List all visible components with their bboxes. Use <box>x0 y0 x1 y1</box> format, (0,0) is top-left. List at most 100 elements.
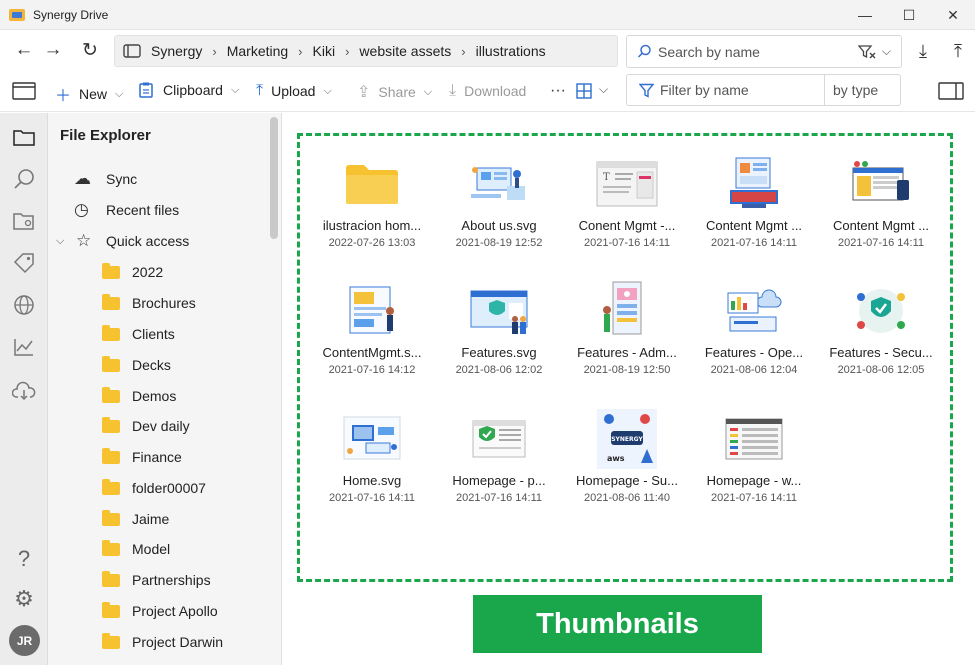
toolbar: ＋ New ⌵ Clipboard ⌵ ⤒ Upload ⌵ ⇪ Share ⌵ ⤓ Downl… <box>0 70 975 112</box>
globe-icon[interactable] <box>8 289 40 321</box>
search-input[interactable]: Search by name ⌵ <box>626 35 902 68</box>
breadcrumb-item[interactable]: illustrations <box>476 43 546 59</box>
analytics-icon[interactable] <box>8 331 40 363</box>
sidebar-folder-item[interactable]: 2022 <box>102 258 163 286</box>
sidebar-item-label: Sync <box>106 171 138 187</box>
sidebar-folder-item[interactable]: Brochures <box>102 289 196 317</box>
file-date: 2021-07-16 14:11 <box>455 492 543 504</box>
sidebar-item-label: Brochures <box>132 295 196 311</box>
upload-label: Upload <box>271 83 316 99</box>
chevron-down-icon[interactable]: ⌵ <box>882 44 891 59</box>
file-tile[interactable]: Content Mgmt ... 2021-07-16 14:11 <box>692 142 816 262</box>
search-placeholder: Search by name <box>658 43 760 60</box>
settings-gear-icon[interactable]: ⚙ <box>8 583 40 615</box>
illustration-thumbnail-icon <box>849 156 913 212</box>
file-tile[interactable]: ilustracion hom... 2022-07-26 13:03 <box>310 142 434 262</box>
svg-text:T: T <box>603 172 610 183</box>
upload-icon[interactable]: ⤒ <box>943 36 973 66</box>
file-date: 2021-07-16 14:11 <box>710 492 798 504</box>
file-tile[interactable]: ContentMgmt.s... 2021-07-16 14:12 <box>310 269 434 389</box>
sidebar-folder-item[interactable]: Jaime <box>102 505 169 533</box>
more-options-icon[interactable]: ··· <box>550 82 566 100</box>
sidebar-folder-item[interactable]: Project Darwin <box>102 628 223 656</box>
folder-icon <box>102 355 120 372</box>
breadcrumb-item[interactable]: Marketing <box>227 43 288 59</box>
file-tile[interactable]: Features - Adm... 2021-08-19 12:50 <box>565 269 689 389</box>
file-tile[interactable]: Features - Secu... 2021-08-06 12:05 <box>819 269 943 389</box>
clipboard-icon <box>139 82 153 98</box>
sidebar-item-recent-files[interactable]: ◷ Recent files <box>74 196 179 224</box>
folder-icon <box>102 293 120 310</box>
sidebar-folder-item[interactable]: Partnerships <box>102 566 211 594</box>
help-icon[interactable]: ? <box>8 543 40 575</box>
clipboard-button[interactable]: Clipboard ⌵ <box>139 82 239 98</box>
sidebar-scrollbar[interactable] <box>270 117 278 239</box>
search-icon[interactable] <box>8 163 40 195</box>
file-tile[interactable]: SYNERGY aws Homepage - Su... 2021-08-06 1… <box>565 397 689 517</box>
file-tile[interactable]: Home.svg 2021-07-16 14:11 <box>310 397 434 517</box>
sidebar-folder-item[interactable]: Clients <box>102 320 175 348</box>
plus-icon: ＋ <box>55 88 72 105</box>
back-arrow-icon[interactable]: ← <box>9 35 39 65</box>
filter-input[interactable]: Filter by name by type <box>626 74 901 106</box>
avatar[interactable]: JR <box>9 625 40 656</box>
thumbnails-highlight-frame: ilustracion hom... 2022-07-26 13:03 Abou… <box>297 133 953 582</box>
sidebar-folder-item[interactable]: folder00007 <box>102 474 206 502</box>
folder-search-icon[interactable] <box>8 205 40 237</box>
sidebar-folder-item[interactable]: Project Apollo <box>102 597 218 625</box>
folder-icon <box>102 632 120 649</box>
file-name: ilustracion hom... <box>322 218 422 233</box>
share-button[interactable]: ⇪ Share ⌵ <box>357 82 432 102</box>
upload-button[interactable]: ⤒ Upload ⌵ <box>256 82 332 100</box>
sidebar-folder-item[interactable]: Decks <box>102 351 171 379</box>
filter-placeholder: Filter by name <box>660 82 749 98</box>
upload-arrow-icon: ⤒ <box>256 82 264 99</box>
filter-options-icon[interactable] <box>857 44 876 59</box>
file-date: 2021-08-06 11:40 <box>583 492 671 504</box>
sidebar-folder-item[interactable]: Dev daily <box>102 412 190 440</box>
sidebar-folder-item[interactable]: Model <box>102 535 170 563</box>
refresh-icon[interactable]: ↻ <box>75 35 105 65</box>
details-pane-icon[interactable] <box>938 82 964 100</box>
new-button[interactable]: ＋ New ⌵ <box>55 82 123 106</box>
sidebar-item-quick-access[interactable]: ⌵ ☆ Quick access <box>56 227 189 255</box>
cloud-download-icon[interactable] <box>8 375 40 407</box>
breadcrumb-item[interactable]: Kiki <box>313 43 336 59</box>
file-tile[interactable]: Content Mgmt ... 2021-07-16 14:11 <box>819 142 943 262</box>
chevron-down-icon: ⌵ <box>423 85 433 98</box>
file-date: 2021-07-16 14:11 <box>328 492 416 504</box>
chevron-down-icon[interactable]: ⌵ <box>599 82 608 97</box>
download-button[interactable]: ⤓ Download <box>449 82 526 100</box>
folder-icon <box>102 539 120 556</box>
sidebar-item-label: Jaime <box>132 511 170 527</box>
chevron-down-icon[interactable]: ⌵ <box>56 235 70 248</box>
breadcrumb-item[interactable]: Synergy <box>151 43 202 59</box>
file-tile[interactable]: T Conent Mgmt -... 2021-07-16 14:11 <box>565 142 689 262</box>
maximize-button[interactable]: ☐ <box>887 0 931 30</box>
file-tile[interactable]: Homepage - p... 2021-07-16 14:11 <box>437 397 561 517</box>
sidebar-item-label: Dev daily <box>132 418 190 434</box>
search-icon <box>637 44 651 58</box>
file-name: Features - Secu... <box>829 345 933 360</box>
file-tile[interactable]: Homepage - w... 2021-07-16 14:11 <box>692 397 816 517</box>
file-explorer-icon[interactable] <box>8 121 40 153</box>
tag-icon[interactable] <box>8 247 40 279</box>
breadcrumb-item[interactable]: website assets <box>359 43 451 59</box>
chevron-down-icon: ⌵ <box>323 84 332 97</box>
file-tile[interactable]: Features.svg 2021-08-06 12:02 <box>437 269 561 389</box>
view-grid-icon[interactable] <box>576 83 592 99</box>
sidebar-item-sync[interactable]: ☁ Sync <box>74 165 137 193</box>
download-icon[interactable]: ⤓ <box>908 36 938 66</box>
minimize-button[interactable]: — <box>843 0 887 30</box>
close-button[interactable]: ✕ <box>931 0 975 30</box>
clipboard-label: Clipboard <box>163 82 223 98</box>
sidebar-toggle-icon[interactable] <box>12 82 36 100</box>
file-tile[interactable]: About us.svg 2021-08-19 12:52 <box>437 142 561 262</box>
forward-arrow-icon[interactable]: → <box>38 35 68 65</box>
type-filter-select[interactable]: by type <box>824 75 901 105</box>
illustration-thumbnail-icon: T <box>595 156 659 212</box>
file-tile[interactable]: Features - Ope... 2021-08-06 12:04 <box>692 269 816 389</box>
sidebar-folder-item[interactable]: Demos <box>102 382 176 410</box>
sidebar-folder-item[interactable]: Finance <box>102 443 182 471</box>
new-label: New <box>79 86 108 102</box>
